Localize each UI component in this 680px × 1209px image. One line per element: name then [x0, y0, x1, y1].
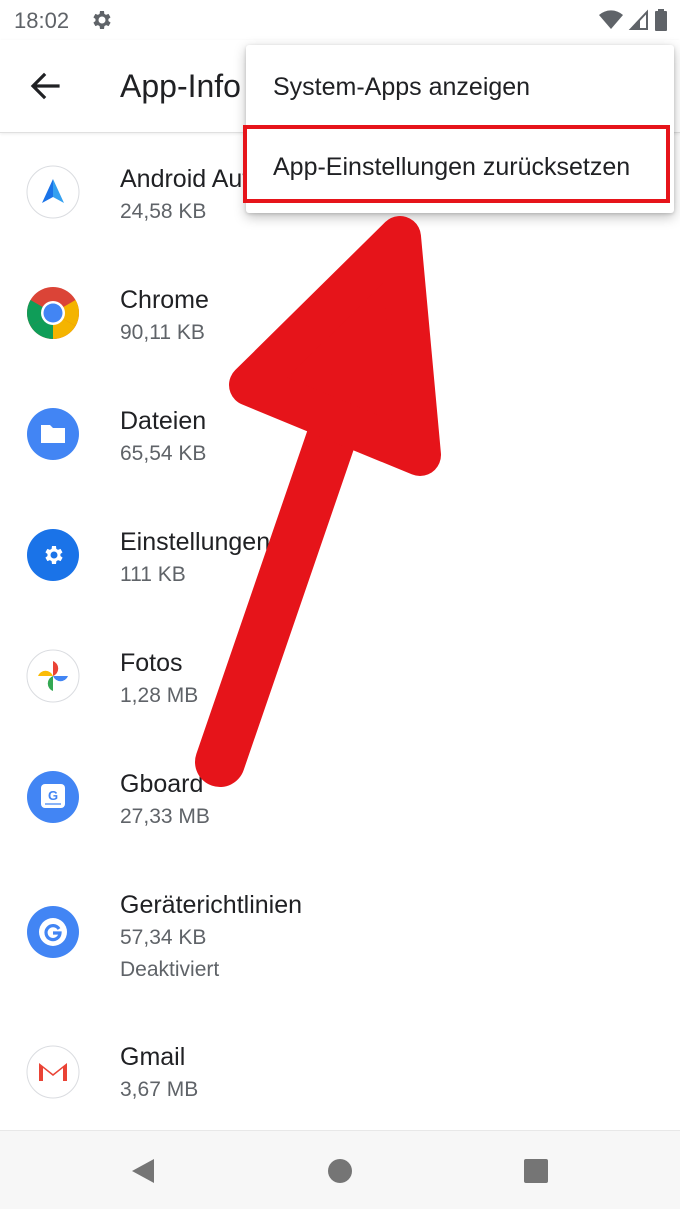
nav-home-icon[interactable]	[320, 1151, 360, 1191]
app-status: Deaktiviert	[120, 958, 220, 981]
app-name: Gmail	[120, 1043, 186, 1071]
svg-text:G: G	[48, 788, 58, 803]
cellular-signal-icon	[628, 9, 648, 30]
list-item[interactable]: Fotos 1,28 MB	[0, 616, 680, 736]
app-size: 57,34 KB	[120, 926, 207, 949]
page-title: App-Info	[120, 68, 241, 104]
list-item[interactable]: Dateien 65,54 KB	[0, 374, 680, 494]
app-name: Gboard	[120, 770, 204, 798]
screen: 18:02 App-Info Android Auto 24,58 KB Chr…	[0, 0, 680, 1209]
chrome-icon	[27, 287, 79, 339]
status-time: 18:02	[14, 8, 70, 33]
status-icons	[598, 8, 668, 32]
list-item[interactable]: G Gboard 27,33 MB	[0, 737, 680, 857]
wifi-icon	[599, 10, 623, 29]
battery-icon	[655, 9, 667, 31]
settings-gear-icon	[93, 11, 111, 29]
app-size: 27,33 MB	[120, 805, 210, 828]
app-size: 1,28 MB	[120, 684, 199, 707]
navigation-bar	[0, 1130, 680, 1209]
annotation-highlight-box	[243, 125, 670, 203]
app-name: Fotos	[120, 649, 183, 677]
photos-pinwheel-icon	[26, 649, 80, 703]
gmail-icon	[26, 1045, 80, 1099]
status-bar: 18:02	[0, 0, 680, 40]
files-folder-icon	[27, 408, 79, 460]
app-size: 65,54 KB	[120, 442, 207, 465]
android-auto-icon	[26, 165, 80, 219]
app-size: 3,67 MB	[120, 1078, 199, 1101]
app-size: 111 KB	[120, 563, 186, 586]
app-size: 24,58 KB	[120, 200, 207, 223]
gboard-keyboard-icon: G	[27, 771, 79, 823]
nav-recents-icon[interactable]	[516, 1151, 556, 1191]
app-name: Einstellungen	[120, 528, 271, 556]
list-item[interactable]: Geräterichtlinien 57,34 KB Deaktiviert	[0, 858, 680, 1008]
menu-item-label: System-Apps anzeigen	[273, 73, 531, 101]
device-policy-g-icon	[27, 906, 79, 958]
settings-icon	[27, 529, 79, 581]
app-name: Dateien	[120, 407, 207, 435]
arrow-back-icon[interactable]	[20, 64, 72, 108]
list-item[interactable]: Einstellungen 111 KB	[0, 495, 680, 615]
list-item[interactable]: Chrome 90,11 KB	[0, 253, 680, 373]
menu-item-show-system-apps[interactable]: System-Apps anzeigen	[246, 47, 674, 127]
app-name: Android Auto	[120, 165, 264, 193]
app-name: Chrome	[120, 286, 209, 314]
app-name: Geräterichtlinien	[120, 891, 303, 919]
nav-back-icon[interactable]	[124, 1151, 164, 1191]
app-size: 90,11 KB	[120, 321, 205, 344]
list-item[interactable]: Gmail 3,67 MB	[0, 1010, 680, 1130]
